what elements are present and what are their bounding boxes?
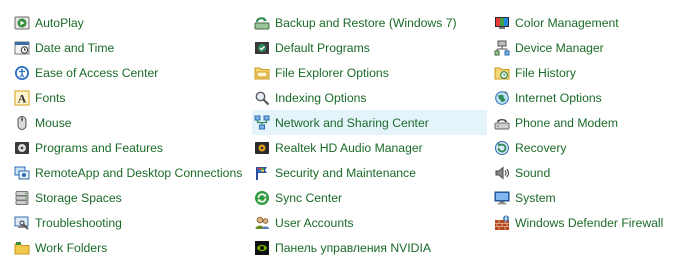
work-folders-icon: [14, 240, 30, 256]
file-history-icon: [494, 65, 510, 81]
control-panel-item-label[interactable]: Mouse: [35, 116, 72, 130]
control-panel-item-windows-defender-firewall[interactable]: Windows Defender Firewall: [492, 210, 699, 235]
control-panel-item-default-programs[interactable]: Default Programs: [252, 35, 487, 60]
svg-text:A: A: [18, 91, 27, 105]
control-panel-item-backup-and-restore-windows-7[interactable]: Backup and Restore (Windows 7): [252, 10, 487, 35]
indexing-options-icon: [254, 90, 270, 106]
control-panel-item-label[interactable]: Default Programs: [275, 41, 370, 55]
ease-of-access-icon: [14, 65, 30, 81]
control-panel-item-storage-spaces[interactable]: Storage Spaces: [12, 185, 247, 210]
network-sharing-icon: [254, 115, 270, 131]
control-panel-item-fonts[interactable]: A Fonts: [12, 85, 247, 110]
control-panel-item-label[interactable]: Color Management: [515, 16, 619, 30]
control-panel-item-label[interactable]: Troubleshooting: [35, 216, 122, 230]
control-panel-item-label[interactable]: Recovery: [515, 141, 566, 155]
control-panel-item-label[interactable]: Fonts: [35, 91, 65, 105]
realtek-audio-icon: [254, 140, 270, 156]
control-panel-item-device-manager[interactable]: Device Manager: [492, 35, 699, 60]
mouse-icon: [14, 115, 30, 131]
control-panel-item-nvidia[interactable]: Панель управления NVIDIA: [252, 235, 487, 260]
autoplay-icon: [14, 15, 30, 31]
phone-modem-icon: [494, 115, 510, 131]
control-panel-item-label[interactable]: Work Folders: [35, 241, 107, 255]
control-panel-item-label[interactable]: Панель управления NVIDIA: [275, 241, 431, 255]
security-maintenance-icon: [254, 165, 270, 181]
control-panel-item-file-explorer-options[interactable]: File Explorer Options: [252, 60, 487, 85]
control-panel-item-label[interactable]: Security and Maintenance: [275, 166, 416, 180]
control-panel-item-indexing-options[interactable]: Indexing Options: [252, 85, 487, 110]
color-management-icon: [494, 15, 510, 31]
sync-center-icon: [254, 190, 270, 206]
control-panel-item-phone-and-modem[interactable]: Phone and Modem: [492, 110, 699, 135]
control-panel-item-label[interactable]: Device Manager: [515, 41, 604, 55]
control-panel-item-label[interactable]: Phone and Modem: [515, 116, 618, 130]
internet-options-icon: [494, 90, 510, 106]
control-panel-item-remoteapp-and-desktop-connections[interactable]: RemoteApp and Desktop Connections: [12, 160, 247, 185]
control-panel-item-troubleshooting[interactable]: Troubleshooting: [12, 210, 247, 235]
control-panel-item-file-history[interactable]: File History: [492, 60, 699, 85]
remoteapp-icon: [14, 165, 30, 181]
control-panel-item-programs-and-features[interactable]: Programs and Features: [12, 135, 247, 160]
control-panel-item-label[interactable]: File Explorer Options: [275, 66, 389, 80]
date-time-icon: [14, 40, 30, 56]
control-panel-column-1: AutoPlay Date and Time Ease of Access Cent…: [12, 10, 247, 260]
control-panel-item-color-management[interactable]: Color Management: [492, 10, 699, 35]
control-panel-item-realtek-hd-audio-manager[interactable]: Realtek HD Audio Manager: [252, 135, 487, 160]
device-manager-icon: [494, 40, 510, 56]
control-panel-item-autoplay[interactable]: AutoPlay: [12, 10, 247, 35]
control-panel-item-date-and-time[interactable]: Date and Time: [12, 35, 247, 60]
recovery-icon: [494, 140, 510, 156]
control-panel-item-ease-of-access-center[interactable]: Ease of Access Center: [12, 60, 247, 85]
troubleshooting-icon: [14, 215, 30, 231]
control-panel-item-label[interactable]: Backup and Restore (Windows 7): [275, 16, 457, 30]
control-panel-item-label[interactable]: AutoPlay: [35, 16, 84, 30]
user-accounts-icon: [254, 215, 270, 231]
control-panel-item-sound[interactable]: Sound: [492, 160, 699, 185]
control-panel-item-recovery[interactable]: Recovery: [492, 135, 699, 160]
control-panel-item-user-accounts[interactable]: User Accounts: [252, 210, 487, 235]
control-panel-item-label[interactable]: Storage Spaces: [35, 191, 122, 205]
control-panel-item-mouse[interactable]: Mouse: [12, 110, 247, 135]
control-panel-item-label[interactable]: Sound: [515, 166, 550, 180]
file-explorer-options-icon: [254, 65, 270, 81]
control-panel-item-label[interactable]: Ease of Access Center: [35, 66, 158, 80]
control-panel-item-label[interactable]: User Accounts: [275, 216, 354, 230]
control-panel-column-2: Backup and Restore (Windows 7) Default Pr…: [252, 10, 487, 260]
control-panel-item-label[interactable]: File History: [515, 66, 576, 80]
control-panel-item-security-and-maintenance[interactable]: Security and Maintenance: [252, 160, 487, 185]
firewall-icon: [494, 215, 510, 231]
control-panel-item-label[interactable]: System: [515, 191, 556, 205]
nvidia-icon: [254, 240, 270, 256]
control-panel-item-sync-center[interactable]: Sync Center: [252, 185, 487, 210]
control-panel-item-label[interactable]: Sync Center: [275, 191, 342, 205]
control-panel-item-network-and-sharing-center[interactable]: Network and Sharing Center: [252, 110, 487, 135]
control-panel-item-label[interactable]: Internet Options: [515, 91, 602, 105]
backup-restore-icon: [254, 15, 270, 31]
system-icon: [494, 190, 510, 206]
control-panel-column-3: Color Management Device Manager File Histo…: [492, 10, 699, 235]
programs-features-icon: [14, 140, 30, 156]
control-panel-item-label[interactable]: Realtek HD Audio Manager: [275, 141, 423, 155]
fonts-icon: A: [14, 90, 30, 106]
control-panel-item-label[interactable]: Network and Sharing Center: [275, 116, 429, 130]
storage-spaces-icon: [14, 190, 30, 206]
default-programs-icon: [254, 40, 270, 56]
control-panel-item-label[interactable]: Indexing Options: [275, 91, 366, 105]
sound-icon: [494, 165, 510, 181]
control-panel-item-work-folders[interactable]: Work Folders: [12, 235, 247, 260]
control-panel-item-internet-options[interactable]: Internet Options: [492, 85, 699, 110]
control-panel-item-label[interactable]: Programs and Features: [35, 141, 163, 155]
control-panel-item-label[interactable]: Date and Time: [35, 41, 114, 55]
control-panel-item-system[interactable]: System: [492, 185, 699, 210]
control-panel-item-label[interactable]: Windows Defender Firewall: [515, 216, 663, 230]
control-panel-item-label[interactable]: RemoteApp and Desktop Connections: [35, 166, 242, 180]
